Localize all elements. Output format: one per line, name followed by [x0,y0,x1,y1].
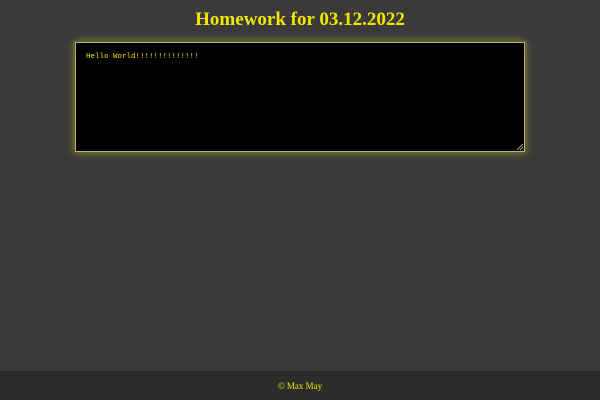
footer-copyright: © Max May [277,381,323,391]
homework-textarea[interactable]: Hello World!!!!!!!!!!!!!! [76,43,524,151]
homework-editor-container: Hello World!!!!!!!!!!!!!! [75,42,525,152]
resize-handle-icon[interactable] [517,144,523,150]
footer: © Max May [0,371,600,400]
page-title: Homework for 03.12.2022 [195,9,405,30]
